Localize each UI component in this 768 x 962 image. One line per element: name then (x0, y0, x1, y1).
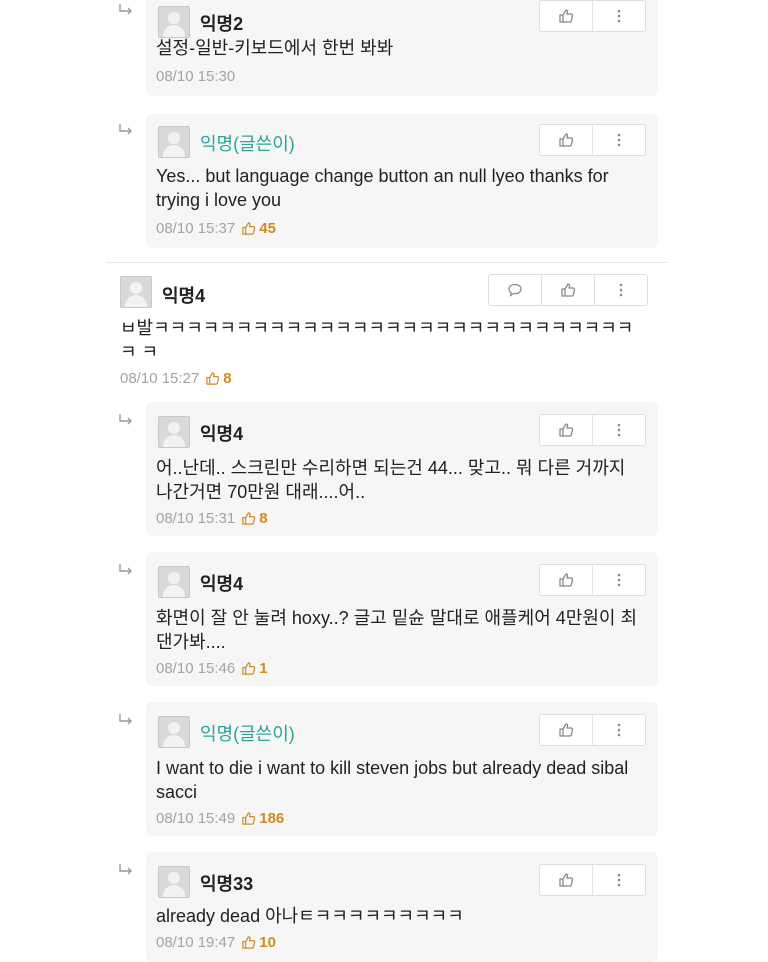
comment-actions (488, 274, 648, 306)
reply-arrow-icon (118, 864, 134, 876)
comment-time: 08/10 15:49 (156, 810, 236, 827)
comment-meta: 08/10 15:30 (156, 68, 235, 85)
reply-arrow-icon (118, 124, 134, 136)
thumbs-up-icon (558, 722, 574, 738)
more-button[interactable] (592, 865, 645, 895)
like-button[interactable] (541, 275, 594, 305)
reply-comment: 익명(글쓴이) Yes... but language change butto… (146, 114, 658, 248)
more-options-icon (617, 422, 621, 438)
comment-actions (539, 864, 646, 896)
like-count: 45 (241, 220, 276, 237)
avatar (158, 716, 190, 748)
comment-meta: 08/10 15:31 8 (156, 510, 268, 527)
reply-button[interactable] (489, 275, 541, 305)
more-options-icon (617, 132, 621, 148)
comment-author: 익명4 (200, 424, 244, 444)
reply-arrow-icon (118, 4, 134, 16)
thumbs-up-icon (241, 511, 256, 526)
comment-text: I want to die i want to kill steven jobs… (156, 758, 629, 802)
more-options-icon (617, 722, 621, 738)
avatar (158, 6, 190, 38)
comment-actions (539, 564, 646, 596)
reply-comment: 익명33 already dead 아나ㅌㅋㅋㅋㅋㅋㅋㅋㅋㅋ 08/10 19:… (146, 852, 658, 962)
like-count: 8 (205, 370, 232, 387)
avatar (120, 276, 152, 308)
divider (106, 262, 668, 263)
comment-text: 화면이 잘 안 눌려 hoxy..? 글고 밑슌 말대로 애플케어 4만원이 최… (156, 608, 638, 652)
comment-actions (539, 714, 646, 746)
comment-author: 익명(글쓴이) (200, 724, 295, 744)
comment-time: 08/10 19:47 (156, 934, 236, 951)
comment-actions (539, 0, 646, 32)
reply-comment: 익명4 어..난데.. 스크린만 수리하면 되는건 44... 맞고.. 뭐 다… (146, 402, 658, 536)
like-button[interactable] (540, 415, 592, 445)
comment-author: 익명4 (162, 286, 206, 306)
comment-author: 익명2 (200, 14, 244, 34)
comment-meta: 08/10 15:46 1 (156, 660, 268, 677)
like-count: 10 (241, 934, 276, 951)
comment-time: 08/10 15:30 (156, 68, 236, 85)
comment-text: Yes... but language change button an nul… (156, 166, 609, 210)
reply-arrow-icon (118, 414, 134, 426)
comment-meta: 08/10 19:47 10 (156, 934, 276, 951)
comment-text: 설정-일반-키보드에서 한번 봐봐 (156, 38, 394, 58)
like-button[interactable] (540, 565, 592, 595)
like-button[interactable] (540, 715, 592, 745)
comment-actions (539, 124, 646, 156)
more-options-icon (617, 872, 621, 888)
more-button[interactable] (592, 1, 645, 31)
comment-time: 08/10 15:37 (156, 220, 236, 237)
thumbs-up-icon (241, 221, 256, 236)
comment-author: 익명33 (200, 874, 254, 894)
comment-time: 08/10 15:46 (156, 660, 236, 677)
more-button[interactable] (592, 125, 645, 155)
more-button[interactable] (592, 415, 645, 445)
avatar (158, 416, 190, 448)
thumbs-up-icon (205, 371, 220, 386)
avatar (158, 126, 190, 158)
comment-time: 08/10 15:27 (120, 370, 200, 387)
reply-arrow-icon (118, 564, 134, 576)
comment-time: 08/10 15:31 (156, 510, 236, 527)
reply-comment: 익명4 화면이 잘 안 눌려 hoxy..? 글고 밑슌 말대로 애플케어 4만… (146, 552, 658, 686)
comment-meta: 08/10 15:27 8 (120, 370, 232, 387)
avatar (158, 866, 190, 898)
like-button[interactable] (540, 125, 592, 155)
thumbs-up-icon (558, 422, 574, 438)
chat-bubble-icon (507, 282, 523, 298)
thumbs-up-icon (558, 132, 574, 148)
comment-author: 익명4 (200, 574, 244, 594)
thumbs-up-icon (241, 935, 256, 950)
comment-text: already dead 아나ㅌㅋㅋㅋㅋㅋㅋㅋㅋㅋ (156, 906, 464, 926)
comment-meta: 08/10 15:49 186 (156, 810, 284, 827)
comment-author: 익명(글쓴이) (200, 134, 295, 154)
like-count: 8 (241, 510, 268, 527)
comment-text: 어..난데.. 스크린만 수리하면 되는건 44... 맞고.. 뭐 다른 거까… (156, 458, 626, 502)
thumbs-up-icon (241, 811, 256, 826)
main-comment: 익명4 ㅂ발ㅋㅋㅋㅋㅋㅋㅋㅋㅋㅋㅋㅋㅋㅋㅋㅋㅋㅋㅋㅋㅋㅋㅋㅋㅋㅋㅋㅋㅋㅋ ㅋ 0… (120, 270, 648, 394)
more-button[interactable] (592, 715, 645, 745)
more-button[interactable] (592, 565, 645, 595)
thumbs-up-icon (558, 8, 574, 24)
thumbs-up-icon (241, 661, 256, 676)
reply-arrow-icon (118, 714, 134, 726)
thumbs-up-icon (560, 282, 576, 298)
thumbs-up-icon (558, 572, 574, 588)
thumbs-up-icon (558, 872, 574, 888)
reply-comment: 익명2 설정-일반-키보드에서 한번 봐봐 08/10 15:30 (146, 0, 658, 96)
comment-actions (539, 414, 646, 446)
more-options-icon (617, 8, 621, 24)
reply-comment: 익명(글쓴이) I want to die i want to kill ste… (146, 702, 658, 836)
avatar (158, 566, 190, 598)
like-button[interactable] (540, 1, 592, 31)
like-count: 186 (241, 810, 284, 827)
more-options-icon (617, 572, 621, 588)
like-button[interactable] (540, 865, 592, 895)
more-options-icon (619, 282, 623, 298)
more-button[interactable] (594, 275, 647, 305)
comment-meta: 08/10 15:37 45 (156, 220, 276, 237)
comment-text: ㅂ발ㅋㅋㅋㅋㅋㅋㅋㅋㅋㅋㅋㅋㅋㅋㅋㅋㅋㅋㅋㅋㅋㅋㅋㅋㅋㅋㅋㅋㅋㅋ ㅋ (120, 318, 634, 362)
like-count: 1 (241, 660, 268, 677)
